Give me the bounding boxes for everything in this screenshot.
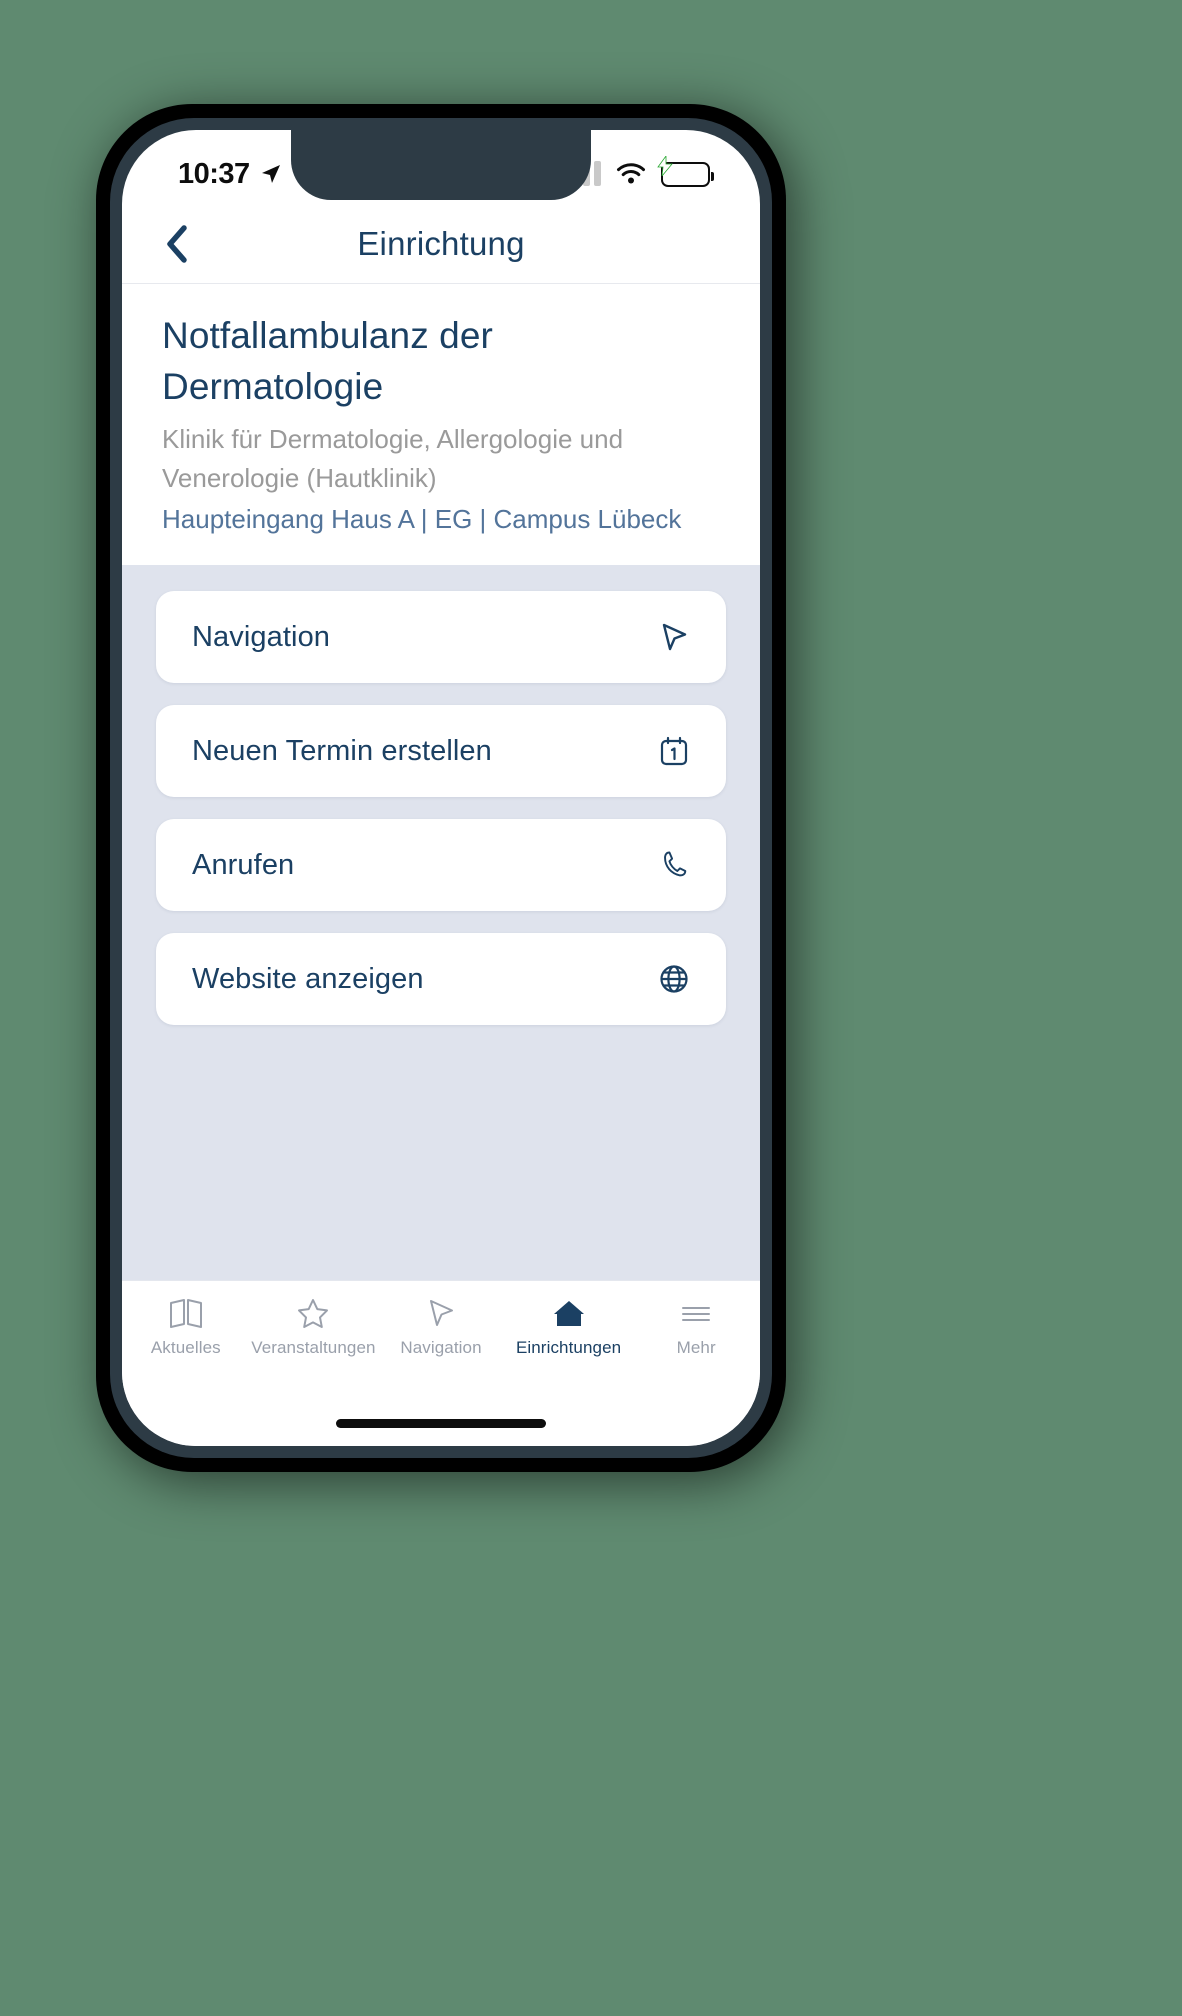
action-label: Website anzeigen (192, 962, 424, 995)
cursor-arrow-icon (652, 615, 696, 659)
back-button[interactable] (162, 221, 208, 267)
tab-mehr[interactable]: Mehr (632, 1295, 760, 1358)
calendar-icon (652, 729, 696, 773)
action-card-website[interactable]: Website anzeigen (156, 933, 726, 1026)
facility-location: Haupteingang Haus A | EG | Campus Lübeck (162, 504, 682, 535)
action-card-call[interactable]: Anrufen (156, 819, 726, 912)
tab-navigation[interactable]: Navigation (377, 1295, 505, 1358)
page-title: Einrichtung (357, 224, 525, 262)
phone-device-frame: 10:37 Einrichtung Notfallambulanz der De… (96, 104, 786, 1472)
action-list: Navigation Neuen Termin erstellen Anrufe… (122, 565, 760, 1280)
location-arrow-icon (261, 165, 280, 183)
bottom-tab-bar: Aktuelles Veranstaltungen Navigation Ein… (122, 1280, 760, 1400)
tab-einrichtungen[interactable]: Einrichtungen (505, 1295, 633, 1358)
action-label: Anrufen (192, 848, 295, 881)
facility-department: Klinik für Dermatologie, Allergologie un… (162, 424, 624, 494)
house-icon (551, 1295, 587, 1331)
action-label: Neuen Termin erstellen (192, 734, 492, 767)
battery-charging-icon (657, 155, 714, 187)
wifi-icon (617, 163, 645, 184)
status-bar-time: 10:37 (178, 157, 250, 190)
star-icon (296, 1295, 330, 1331)
tab-label: Einrichtungen (515, 1338, 622, 1357)
home-indicator-area (122, 1400, 760, 1446)
home-indicator[interactable] (336, 1418, 546, 1428)
charging-bolt-icon (657, 155, 673, 176)
facility-name: Notfallambulanz der Dermatologie (162, 315, 493, 408)
navigation-bar: Einrichtung (122, 204, 760, 284)
action-card-navigation[interactable]: Navigation (156, 591, 726, 684)
chevron-left-icon (167, 224, 187, 263)
tab-label: Navigation (400, 1338, 482, 1357)
tab-label: Veranstaltungen (251, 1338, 376, 1357)
globe-icon (652, 957, 696, 1001)
phone-icon (652, 843, 696, 887)
cursor-arrow-icon (424, 1295, 458, 1331)
action-card-new-appointment[interactable]: Neuen Termin erstellen (156, 705, 726, 798)
status-bar-left: 10:37 (178, 158, 283, 191)
action-label: Navigation (192, 620, 331, 653)
book-open-icon (167, 1295, 205, 1331)
tab-aktuelles[interactable]: Aktuelles (122, 1295, 250, 1358)
phone-bezel: 10:37 Einrichtung Notfallambulanz der De… (110, 118, 772, 1458)
facility-header: Notfallambulanz der Dermatologie Klinik … (122, 284, 760, 566)
phone-notch (291, 130, 591, 200)
tab-label: Mehr (676, 1338, 716, 1357)
phone-screen: 10:37 Einrichtung Notfallambulanz der De… (122, 130, 760, 1446)
tab-label: Aktuelles (150, 1338, 221, 1357)
tab-veranstaltungen[interactable]: Veranstaltungen (250, 1295, 378, 1358)
hamburger-menu-icon (678, 1295, 714, 1331)
